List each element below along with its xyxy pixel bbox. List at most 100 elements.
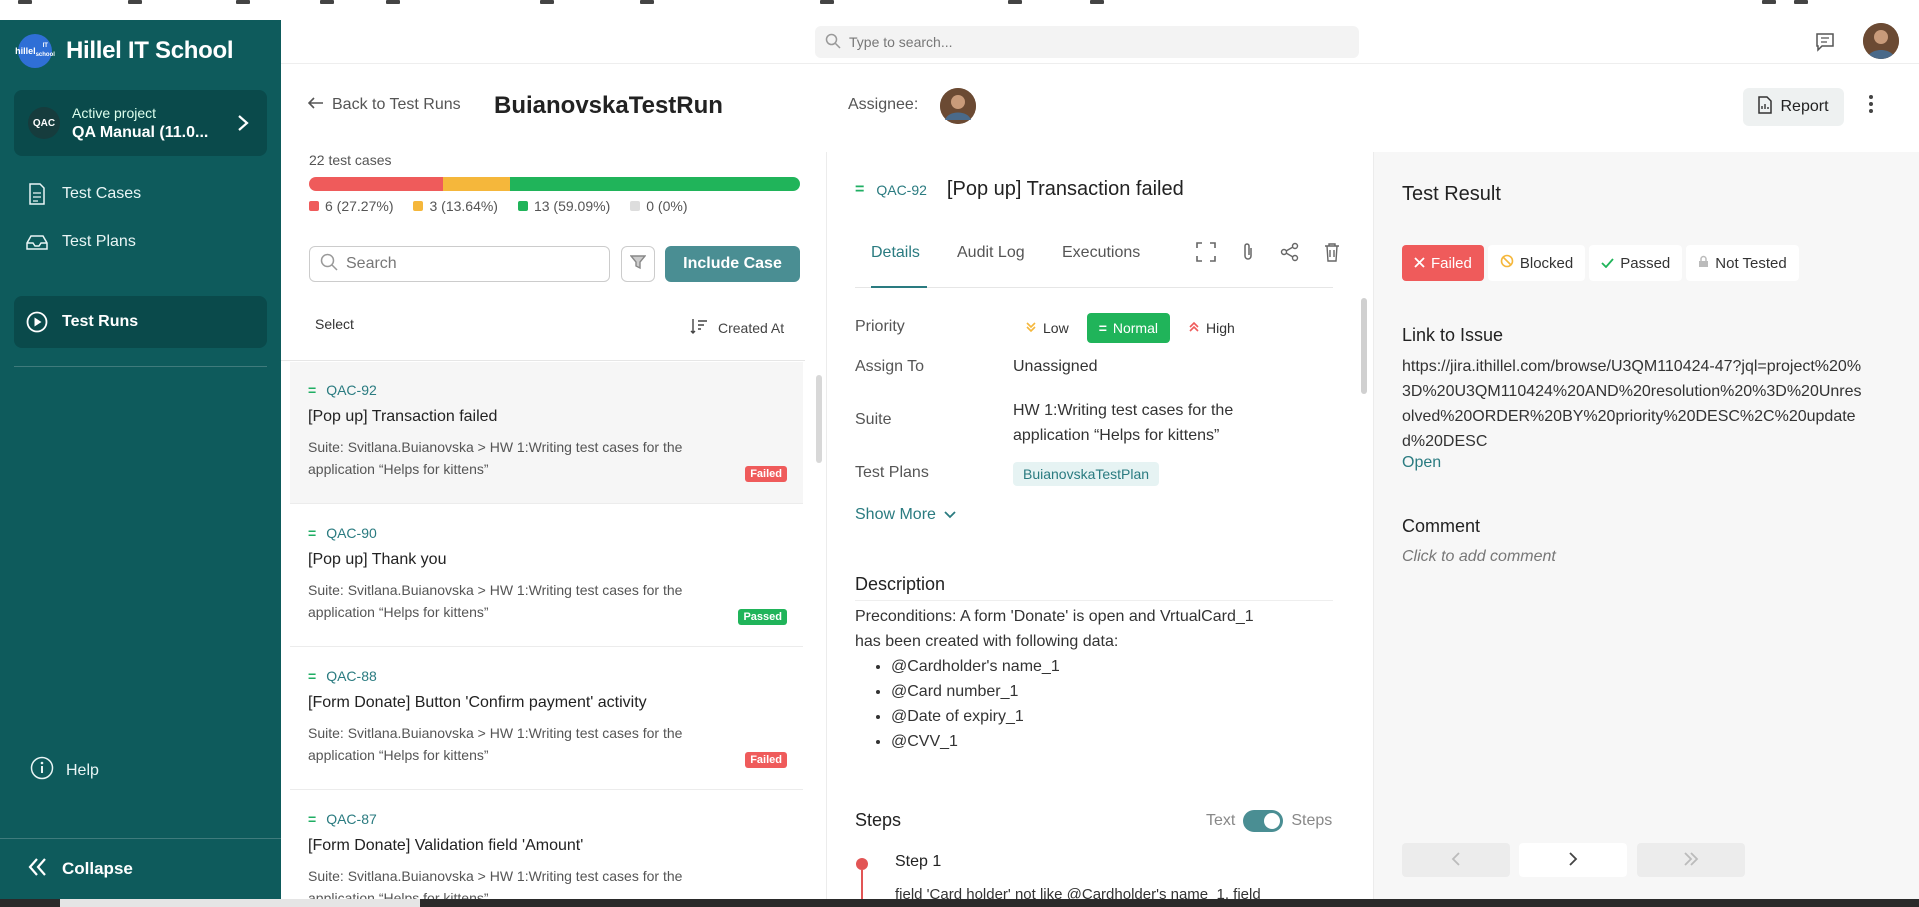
list-divider xyxy=(281,360,805,361)
top-bar: Type to search... xyxy=(281,20,1919,64)
close-icon xyxy=(1414,255,1425,272)
priority-selector: Low = Normal High xyxy=(1013,313,1247,343)
case-list-scrollbar[interactable] xyxy=(816,375,822,463)
back-to-test-runs-link[interactable]: Back to Test Runs xyxy=(307,96,461,114)
case-suite: Suite: Svitlana.Buianovska > HW 1:Writin… xyxy=(308,868,683,899)
untested-count: 0 (0%) xyxy=(646,198,688,214)
report-label: Report xyxy=(1780,98,1829,115)
previous-case-button[interactable] xyxy=(1402,843,1510,877)
case-search-input[interactable]: Search xyxy=(309,246,610,282)
priority-normal-icon: = xyxy=(308,382,317,398)
chevrons-down-icon xyxy=(1025,320,1037,336)
detail-case-id[interactable]: QAC-92 xyxy=(876,182,927,198)
tab-details[interactable]: Details xyxy=(871,244,927,288)
case-list-item[interactable]: = QAC-92 [Pop up] Transaction failed Suit… xyxy=(290,362,803,504)
filter-icon xyxy=(629,254,647,275)
status-blocked-button[interactable]: Blocked xyxy=(1487,245,1586,281)
test-case-count: 22 test cases xyxy=(309,152,392,168)
chevron-right-icon xyxy=(1568,850,1578,871)
progress-passed-segment xyxy=(509,177,800,191)
select-toggle[interactable]: Select xyxy=(315,316,354,332)
sidebar: hillel IT school Hillel IT School QAC Act… xyxy=(0,20,281,899)
failed-swatch xyxy=(309,201,319,211)
sidebar-item-test-runs[interactable]: Test Runs xyxy=(14,296,267,348)
double-chevron-left-icon xyxy=(28,857,48,882)
steps-view-label: Steps xyxy=(1291,812,1333,829)
filter-button[interactable] xyxy=(621,246,655,282)
expand-icon[interactable] xyxy=(1196,242,1216,262)
status-badge: Passed xyxy=(738,609,787,625)
steps-view-toggle[interactable]: Text Steps xyxy=(1206,810,1332,832)
chevron-down-icon xyxy=(944,506,956,524)
share-icon[interactable] xyxy=(1280,242,1300,262)
priority-normal-icon: = xyxy=(308,811,317,827)
sort-label: Created At xyxy=(718,319,785,336)
global-search-input[interactable]: Type to search... xyxy=(815,26,1359,58)
next-case-button[interactable] xyxy=(1519,843,1627,877)
report-button[interactable]: Report xyxy=(1743,88,1844,126)
sort-icon xyxy=(690,318,708,337)
description-divider xyxy=(855,600,1333,601)
trash-icon[interactable] xyxy=(1322,242,1342,262)
case-suite: Suite: Svitlana.Buianovska > HW 1:Writin… xyxy=(308,582,683,620)
sidebar-item-test-cases[interactable]: Test Cases xyxy=(14,168,267,220)
detail-scrollbar[interactable] xyxy=(1361,298,1367,394)
status-not-tested-button[interactable]: Not Tested xyxy=(1686,245,1799,281)
description-body[interactable]: Preconditions: A form 'Donate' is open a… xyxy=(855,604,1295,754)
test-result-heading: Test Result xyxy=(1402,183,1501,205)
last-case-button[interactable] xyxy=(1637,843,1745,877)
show-more-link[interactable]: Show More xyxy=(855,506,956,524)
assignee-avatar[interactable] xyxy=(940,88,976,124)
tab-executions[interactable]: Executions xyxy=(1062,244,1140,288)
paperclip-icon[interactable] xyxy=(1238,242,1258,262)
tray-icon xyxy=(26,231,48,253)
chevron-left-icon xyxy=(1451,850,1461,871)
user-avatar[interactable] xyxy=(1863,23,1899,59)
comment-input[interactable]: Click to add comment xyxy=(1402,548,1556,566)
play-circle-icon xyxy=(26,311,48,333)
detail-case-title: [Pop up] Transaction failed xyxy=(946,178,1184,200)
open-issue-link[interactable]: Open xyxy=(1402,454,1441,472)
priority-low-option[interactable]: Low xyxy=(1013,313,1081,343)
case-list-item[interactable]: = QAC-90 [Pop up] Thank you Suite: Svitla… xyxy=(290,505,803,647)
priority-high-option[interactable]: High xyxy=(1176,313,1247,343)
search-icon xyxy=(320,253,338,276)
status-failed-button[interactable]: Failed xyxy=(1402,245,1484,281)
issue-link-text[interactable]: https://jira.ithillel.com/browse/U3QM110… xyxy=(1402,354,1862,454)
chevron-right-icon xyxy=(237,114,249,138)
project-badge: QAC xyxy=(28,107,60,139)
link-to-issue-heading: Link to Issue xyxy=(1402,325,1504,345)
sort-button[interactable]: Created At xyxy=(690,318,784,337)
tab-audit-log[interactable]: Audit Log xyxy=(957,244,1025,288)
equals-icon: = xyxy=(1098,320,1107,336)
case-list-item[interactable]: = QAC-87 [Form Donate] Validation field '… xyxy=(290,791,803,899)
brand-name: Hillel IT School xyxy=(66,37,234,64)
priority-normal-option[interactable]: = Normal xyxy=(1086,313,1170,343)
active-project-card[interactable]: QAC Active project QA Manual (11.0... xyxy=(14,90,267,156)
project-name: QA Manual (11.0... xyxy=(72,123,209,141)
brand[interactable]: hillel IT school Hillel IT School xyxy=(15,34,234,68)
include-case-button[interactable]: Include Case xyxy=(665,246,800,282)
taskbar-strip xyxy=(0,899,1919,907)
more-vertical-icon[interactable] xyxy=(1868,94,1874,120)
view-toggle-switch[interactable] xyxy=(1243,810,1284,832)
test-plan-chip[interactable]: BuianovskaTestPlan xyxy=(1013,462,1160,486)
case-title: [Pop up] Thank you xyxy=(308,551,447,568)
case-title: [Pop up] Transaction failed xyxy=(308,408,498,425)
precondition-item: @Date of expiry_1 xyxy=(891,704,1295,729)
untested-swatch xyxy=(630,201,641,211)
steps-heading: Steps xyxy=(855,810,902,830)
test-plans-label: Test Plans xyxy=(855,464,929,481)
help-link[interactable]: Help xyxy=(30,756,99,785)
case-suite: Suite: Svitlana.Buianovska > HW 1:Writin… xyxy=(308,439,683,477)
case-list-item[interactable]: = QAC-88 [Form Donate] Button 'Confirm pa… xyxy=(290,648,803,790)
failed-count: 6 (27.27%) xyxy=(325,198,394,214)
progress-legend: 6 (27.27%) 3 (13.64%) 13 (59.09%) 0 (0%) xyxy=(309,198,687,214)
sidebar-item-test-plans[interactable]: Test Plans xyxy=(14,216,267,268)
status-passed-button[interactable]: Passed xyxy=(1589,245,1683,281)
search-icon xyxy=(825,33,841,52)
collapse-button[interactable]: Collapse xyxy=(0,838,281,899)
case-id: QAC-87 xyxy=(326,811,377,827)
message-icon[interactable] xyxy=(1815,32,1835,57)
assign-to-value[interactable]: Unassigned xyxy=(1013,358,1098,376)
